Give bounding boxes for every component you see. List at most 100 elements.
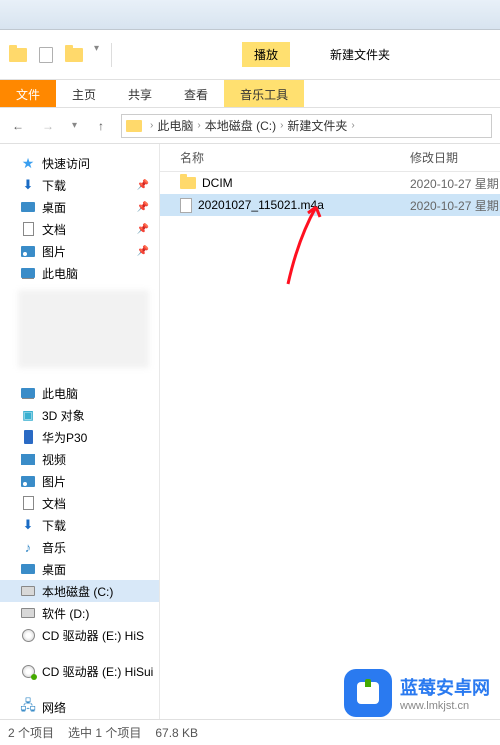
list-header: 名称 修改日期 bbox=[160, 144, 500, 172]
window-titlebar bbox=[0, 0, 500, 30]
sidebar-item-quickaccess[interactable]: ★ 快速访问 bbox=[0, 152, 159, 174]
desktop-icon bbox=[20, 199, 36, 215]
watermark-logo-icon bbox=[344, 669, 392, 717]
sidebar-item-label: 下载 bbox=[42, 517, 66, 534]
sidebar-item-label: 视频 bbox=[42, 451, 66, 468]
sidebar-item-music[interactable]: ♪ 音乐 bbox=[0, 536, 159, 558]
sidebar-item-label: 文档 bbox=[42, 221, 66, 238]
play-tab[interactable]: 播放 bbox=[232, 30, 300, 79]
sidebar-item-pictures2[interactable]: 图片 bbox=[0, 470, 159, 492]
download-icon: ⬇ bbox=[20, 517, 36, 533]
sidebar-item-videos[interactable]: 视频 bbox=[0, 448, 159, 470]
sidebar-item-pictures[interactable]: 图片 📌 bbox=[0, 240, 159, 262]
sidebar-item-huawei[interactable]: 华为P30 bbox=[0, 426, 159, 448]
drive-icon bbox=[20, 583, 36, 599]
chevron-right-icon: › bbox=[351, 120, 354, 131]
folder-icon bbox=[126, 120, 142, 132]
file-date: 2020-10-27 星期 bbox=[410, 197, 500, 214]
table-row[interactable]: DCIM 2020-10-27 星期 bbox=[160, 172, 500, 194]
ribbon-tabs: 文件 主页 共享 查看 音乐工具 bbox=[0, 80, 500, 108]
drive-icon bbox=[20, 605, 36, 621]
tab-share[interactable]: 共享 bbox=[112, 80, 168, 107]
watermark: 蓝莓安卓网 www.lmkjst.cn bbox=[344, 669, 490, 717]
sidebar-item-label: 网络 bbox=[42, 699, 66, 716]
sidebar-item-label: 快速访问 bbox=[42, 155, 90, 172]
up-button[interactable]: ↑ bbox=[91, 116, 111, 136]
status-count: 2 个项目 bbox=[8, 724, 54, 741]
status-selected: 选中 1 个项目 bbox=[68, 724, 141, 741]
status-bar: 2 个项目 选中 1 个项目 67.8 KB bbox=[0, 719, 500, 745]
table-row[interactable]: 20201027_115021.m4a 2020-10-27 星期 bbox=[160, 194, 500, 216]
back-button[interactable]: ← bbox=[8, 116, 28, 136]
blurred-region bbox=[18, 290, 149, 368]
chevron-right-icon: › bbox=[197, 120, 200, 131]
history-dropdown-icon[interactable]: ▾ bbox=[72, 120, 77, 131]
pin-icon: 📌 bbox=[137, 180, 149, 191]
tab-home[interactable]: 主页 bbox=[56, 80, 112, 107]
sidebar-item-thispc-section[interactable]: 此电脑 bbox=[0, 382, 159, 404]
tab-music-tools[interactable]: 音乐工具 bbox=[224, 80, 304, 107]
pc-icon bbox=[20, 385, 36, 401]
sidebar-item-network[interactable]: 🖧 网络 bbox=[0, 696, 159, 718]
sidebar-item-drive-d[interactable]: 软件 (D:) bbox=[0, 602, 159, 624]
folder-icon-2[interactable] bbox=[62, 43, 86, 67]
sidebar-item-label: 3D 对象 bbox=[42, 407, 85, 424]
pin-icon: 📌 bbox=[137, 246, 149, 257]
sidebar-item-thispc[interactable]: 此电脑 bbox=[0, 262, 159, 284]
folder-icon[interactable] bbox=[6, 43, 30, 67]
sidebar-item-documents2[interactable]: 文档 bbox=[0, 492, 159, 514]
sidebar-item-label: 华为P30 bbox=[42, 429, 87, 446]
file-icon bbox=[180, 198, 192, 213]
folder-icon bbox=[180, 177, 196, 189]
chevron-down-icon[interactable]: ▾ bbox=[94, 43, 99, 67]
sidebar-item-downloads[interactable]: ⬇ 下载 📌 bbox=[0, 174, 159, 196]
sidebar-item-label: 文档 bbox=[42, 495, 66, 512]
music-icon: ♪ bbox=[20, 539, 36, 555]
tab-view[interactable]: 查看 bbox=[168, 80, 224, 107]
sidebar-item-desktop[interactable]: 桌面 📌 bbox=[0, 196, 159, 218]
sidebar-item-label: 图片 bbox=[42, 473, 66, 490]
sidebar-item-cd-e[interactable]: CD 驱动器 (E:) HiS bbox=[0, 624, 159, 646]
status-size: 67.8 KB bbox=[155, 726, 198, 740]
file-list: 名称 修改日期 DCIM 2020-10-27 星期 20201027_1150… bbox=[160, 144, 500, 719]
sidebar-item-label: 本地磁盘 (C:) bbox=[42, 583, 113, 600]
pin-icon: 📌 bbox=[137, 202, 149, 213]
cd-icon bbox=[20, 627, 36, 643]
sidebar-item-label: CD 驱动器 (E:) HiS bbox=[42, 627, 144, 644]
sidebar-item-cd-e2[interactable]: CD 驱动器 (E:) HiSui bbox=[0, 660, 159, 682]
sidebar-item-label: CD 驱动器 (E:) HiSui bbox=[42, 663, 153, 680]
pc-icon bbox=[20, 265, 36, 281]
breadcrumb-item[interactable]: 此电脑 bbox=[157, 117, 193, 134]
document-icon bbox=[20, 495, 36, 511]
navigation-sidebar: ★ 快速访问 ⬇ 下载 📌 桌面 📌 文档 📌 图片 📌 bbox=[0, 144, 160, 719]
quick-access-toolbar: ▾ 播放 新建文件夹 bbox=[0, 30, 500, 80]
file-name: DCIM bbox=[202, 176, 233, 190]
watermark-url: www.lmkjst.cn bbox=[400, 700, 490, 712]
breadcrumb[interactable]: › 此电脑 › 本地磁盘 (C:) › 新建文件夹 › bbox=[121, 114, 492, 138]
desktop-icon bbox=[20, 561, 36, 577]
picture-icon bbox=[20, 473, 36, 489]
sidebar-item-documents[interactable]: 文档 📌 bbox=[0, 218, 159, 240]
sidebar-item-3dobjects[interactable]: ▣ 3D 对象 bbox=[0, 404, 159, 426]
phone-icon bbox=[20, 429, 36, 445]
star-icon: ★ bbox=[20, 155, 36, 171]
sidebar-item-downloads2[interactable]: ⬇ 下载 bbox=[0, 514, 159, 536]
sidebar-item-label: 音乐 bbox=[42, 539, 66, 556]
sidebar-item-drive-c[interactable]: 本地磁盘 (C:) bbox=[0, 580, 159, 602]
column-name[interactable]: 名称 bbox=[160, 149, 410, 166]
newfolder-label: 新建文件夹 bbox=[320, 30, 400, 79]
watermark-title: 蓝莓安卓网 bbox=[400, 674, 490, 700]
breadcrumb-item[interactable]: 新建文件夹 bbox=[287, 117, 347, 134]
tab-file[interactable]: 文件 bbox=[0, 80, 56, 107]
chevron-right-icon: › bbox=[280, 120, 283, 131]
column-date[interactable]: 修改日期 bbox=[410, 149, 500, 166]
download-icon: ⬇ bbox=[20, 177, 36, 193]
sidebar-item-label: 图片 bbox=[42, 243, 66, 260]
forward-button[interactable]: → bbox=[38, 116, 58, 136]
doc-icon[interactable] bbox=[34, 43, 58, 67]
file-name: 20201027_115021.m4a bbox=[198, 198, 324, 212]
pin-icon: 📌 bbox=[137, 224, 149, 235]
sidebar-item-label: 软件 (D:) bbox=[42, 605, 89, 622]
sidebar-item-desktop2[interactable]: 桌面 bbox=[0, 558, 159, 580]
breadcrumb-item[interactable]: 本地磁盘 (C:) bbox=[205, 117, 276, 134]
